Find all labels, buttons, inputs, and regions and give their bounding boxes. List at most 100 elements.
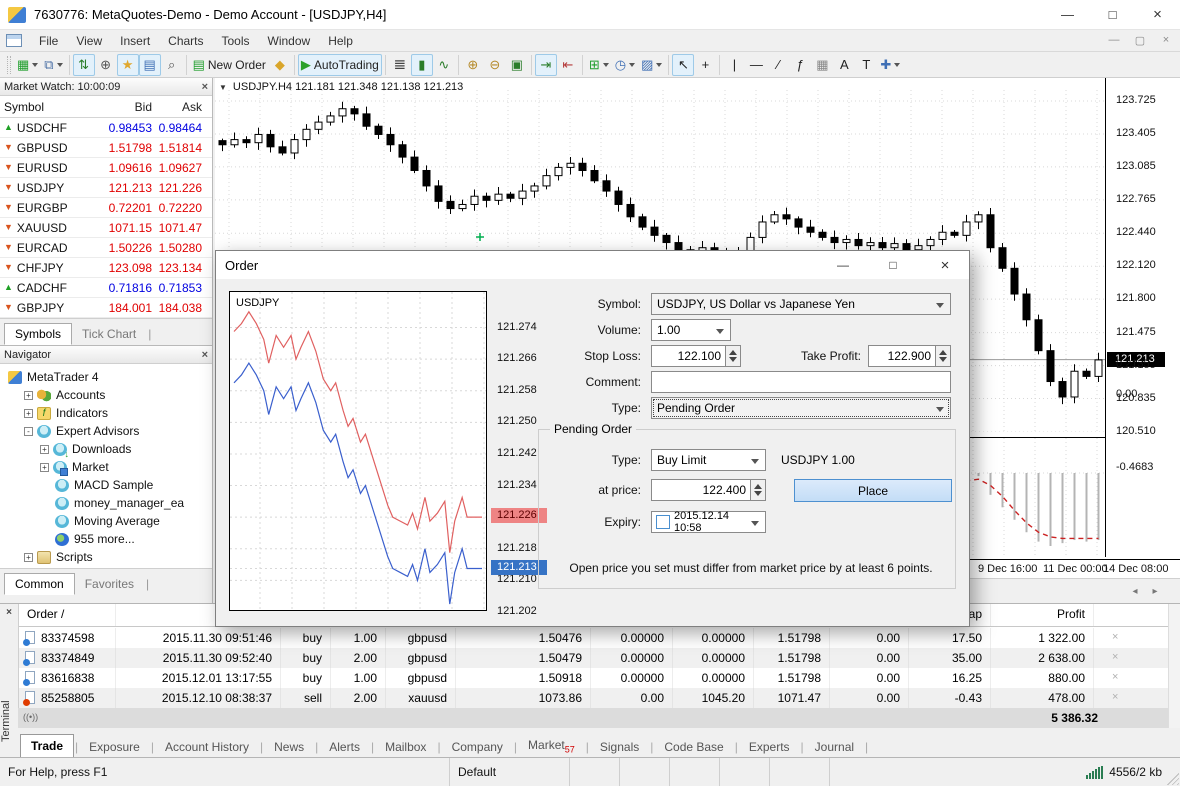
market-watch-row[interactable]: ▼GBPJPY184.001184.038: [0, 298, 212, 318]
tile-windows-button[interactable]: ▣: [506, 54, 528, 76]
close-position-icon[interactable]: ×: [1112, 691, 1118, 703]
data-window-toggle[interactable]: ⊕: [95, 54, 117, 76]
stop-loss-input[interactable]: 122.100: [651, 345, 726, 367]
navigator-item-955-more-[interactable]: 955 more...: [0, 530, 212, 548]
column-symbol[interactable]: Symbol: [0, 100, 92, 114]
tab-symbols[interactable]: Symbols: [4, 323, 72, 345]
chart-profiles-button[interactable]: ⧉: [41, 54, 65, 76]
chart-shift-button[interactable]: ⇤: [557, 54, 579, 76]
navigator-item-moving-average[interactable]: Moving Average: [0, 512, 212, 530]
tab-common[interactable]: Common: [4, 573, 75, 595]
tree-expand-icon[interactable]: +: [24, 553, 33, 562]
tree-expand-icon[interactable]: +: [40, 463, 49, 472]
line-chart-button[interactable]: ∿: [433, 54, 455, 76]
order-type-combobox[interactable]: Pending Order: [651, 397, 951, 419]
take-profit-input[interactable]: 122.900: [868, 345, 936, 367]
market-watch-row[interactable]: ▲CADCHF0.718160.71853: [0, 278, 212, 298]
periods-button[interactable]: ◷: [612, 54, 638, 76]
candlestick-button[interactable]: ▮: [411, 54, 433, 76]
terminal-tab-exposure[interactable]: Exposure: [79, 736, 150, 758]
zoom-out-button[interactable]: ⊖: [484, 54, 506, 76]
grid-button[interactable]: ▦: [811, 54, 833, 76]
terminal-tab-experts[interactable]: Experts: [739, 736, 800, 758]
minimize-button[interactable]: —: [1045, 0, 1090, 29]
menu-help[interactable]: Help: [319, 32, 362, 50]
menu-view[interactable]: View: [67, 32, 111, 50]
text-label-button[interactable]: T: [855, 54, 877, 76]
take-profit-spinner[interactable]: [936, 345, 951, 367]
dialog-minimize-button[interactable]: —: [826, 251, 860, 279]
scroll-left-icon[interactable]: ◂: [1127, 584, 1143, 599]
scroll-right-icon[interactable]: ▸: [1147, 584, 1163, 599]
mdi-restore-button[interactable]: ▢: [1130, 32, 1150, 48]
close-position-icon[interactable]: ×: [1112, 651, 1118, 663]
terminal-tab-news[interactable]: News: [264, 736, 314, 758]
comment-input[interactable]: [651, 371, 951, 393]
close-button[interactable]: ×: [1135, 0, 1180, 29]
terminal-tab-trade[interactable]: Trade: [20, 734, 74, 758]
column-bid[interactable]: Bid: [92, 100, 152, 114]
table-row[interactable]: 833745982015.11.30 09:51:46buy1.00gbpusd…: [19, 628, 1169, 648]
mdi-minimize-button[interactable]: —: [1104, 32, 1124, 48]
zoom-in-button[interactable]: ⊕: [462, 54, 484, 76]
expiry-combobox[interactable]: 2015.12.14 10:58: [651, 511, 766, 533]
terminal-tab-mailbox[interactable]: Mailbox: [375, 736, 436, 758]
tree-expand-icon[interactable]: +: [40, 445, 49, 454]
market-watch-row[interactable]: ▼EURUSD1.096161.09627: [0, 158, 212, 178]
terminal-tab-market[interactable]: Market57: [518, 734, 585, 758]
column-ask[interactable]: Ask: [152, 100, 206, 114]
market-watch-row[interactable]: ▼GBPUSD1.517981.51814: [0, 138, 212, 158]
navigator-item-market[interactable]: +Market: [0, 458, 212, 476]
metaeditor-button[interactable]: ◆: [269, 54, 291, 76]
market-watch-row[interactable]: ▼EURCAD1.502261.50280: [0, 238, 212, 258]
terminal-tab-company[interactable]: Company: [442, 736, 513, 758]
tab-tick-chart[interactable]: Tick Chart: [72, 324, 146, 344]
terminal-tab-code-base[interactable]: Code Base: [654, 736, 733, 758]
terminal-tab-signals[interactable]: Signals: [590, 736, 649, 758]
place-button[interactable]: Place: [794, 479, 952, 502]
close-position-icon[interactable]: ×: [1112, 671, 1118, 683]
navigator-item-scripts[interactable]: +Scripts: [0, 548, 212, 566]
table-row[interactable]: 833748492015.11.30 09:52:40buy2.00gbpusd…: [19, 648, 1169, 668]
menu-charts[interactable]: Charts: [159, 32, 212, 50]
pending-type-combobox[interactable]: Buy Limit: [651, 449, 766, 471]
market-watch-row[interactable]: ▼CHFJPY123.098123.134: [0, 258, 212, 278]
hline-button[interactable]: —: [745, 54, 767, 76]
text-button[interactable]: A: [833, 54, 855, 76]
strategy-tester-toggle[interactable]: ⌕: [161, 54, 183, 76]
maximize-button[interactable]: □: [1090, 0, 1135, 29]
close-position-icon[interactable]: ×: [1112, 631, 1118, 643]
column-header-close[interactable]: [1094, 604, 1169, 626]
vline-button[interactable]: |: [723, 54, 745, 76]
column-header-order[interactable]: Order /: [19, 604, 116, 626]
dialog-maximize-button[interactable]: □: [876, 251, 910, 279]
templates-button[interactable]: ▨: [638, 54, 665, 76]
menu-tools[interactable]: Tools: [213, 32, 259, 50]
navigator-item-money-manager-ea[interactable]: money_manager_ea: [0, 494, 212, 512]
arrows-button[interactable]: ✚: [877, 54, 903, 76]
volume-combobox[interactable]: 1.00: [651, 319, 731, 341]
terminal-tab-journal[interactable]: Journal: [805, 736, 864, 758]
navigator-item-macd-sample[interactable]: MACD Sample: [0, 476, 212, 494]
resize-grip[interactable]: [1167, 773, 1179, 785]
navigator-item-indicators[interactable]: +fIndicators: [0, 404, 212, 422]
crosshair-button[interactable]: +: [694, 54, 716, 76]
market-watch-row[interactable]: ▼XAUUSD1071.151071.47: [0, 218, 212, 238]
stop-loss-spinner[interactable]: [726, 345, 741, 367]
menu-file[interactable]: File: [30, 32, 67, 50]
new-order-button[interactable]: ▤New Order: [190, 54, 269, 76]
bar-chart-button[interactable]: 𝌆: [389, 54, 411, 76]
navigator-close-icon[interactable]: ×: [202, 349, 208, 361]
status-profile[interactable]: Default: [450, 758, 570, 786]
toolbar-grip[interactable]: [7, 56, 11, 74]
navigator-item-expert-advisors[interactable]: -Expert Advisors: [0, 422, 212, 440]
column-header-profit[interactable]: Profit: [991, 604, 1094, 626]
expiry-checkbox[interactable]: [656, 515, 670, 529]
cursor-button[interactable]: ↖: [672, 54, 694, 76]
table-row[interactable]: 836168382015.12.01 13:17:55buy1.00gbpusd…: [19, 668, 1169, 688]
terminal-close-icon[interactable]: ×: [3, 607, 15, 619]
indicators-button[interactable]: ⊞: [586, 54, 612, 76]
at-price-input[interactable]: 122.400: [651, 479, 751, 501]
table-row[interactable]: 852588052015.12.10 08:38:37sell2.00xauus…: [19, 688, 1169, 708]
symbol-combobox[interactable]: USDJPY, US Dollar vs Japanese Yen: [651, 293, 951, 315]
